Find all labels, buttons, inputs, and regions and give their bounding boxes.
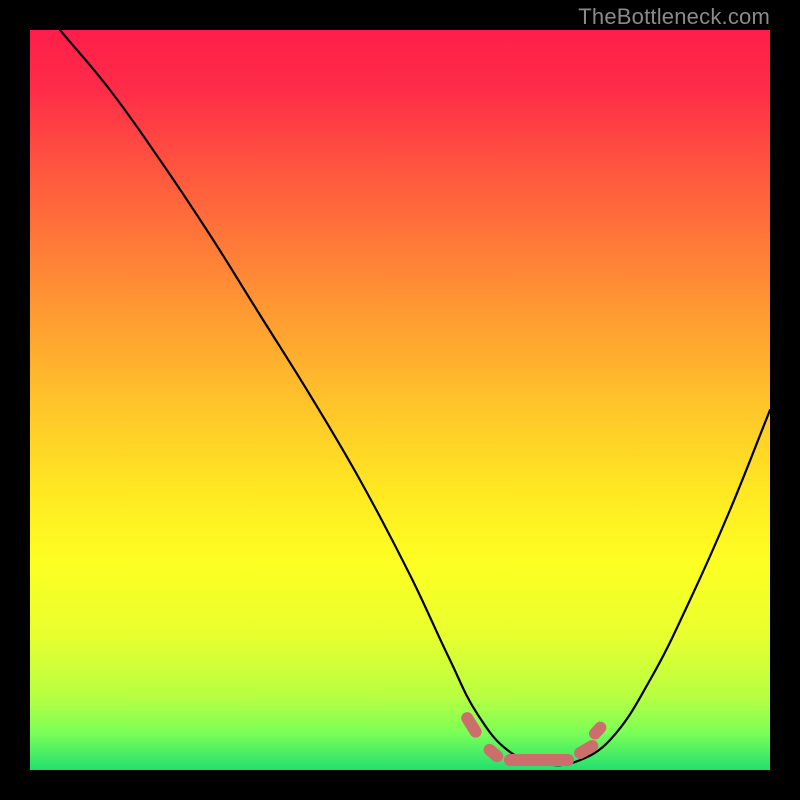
bottleneck-curve — [30, 30, 770, 770]
flat-zone-segment — [504, 754, 574, 766]
plot-area — [30, 30, 770, 770]
chart-frame: TheBottleneck.com — [0, 0, 800, 800]
watermark-text: TheBottleneck.com — [578, 4, 770, 30]
